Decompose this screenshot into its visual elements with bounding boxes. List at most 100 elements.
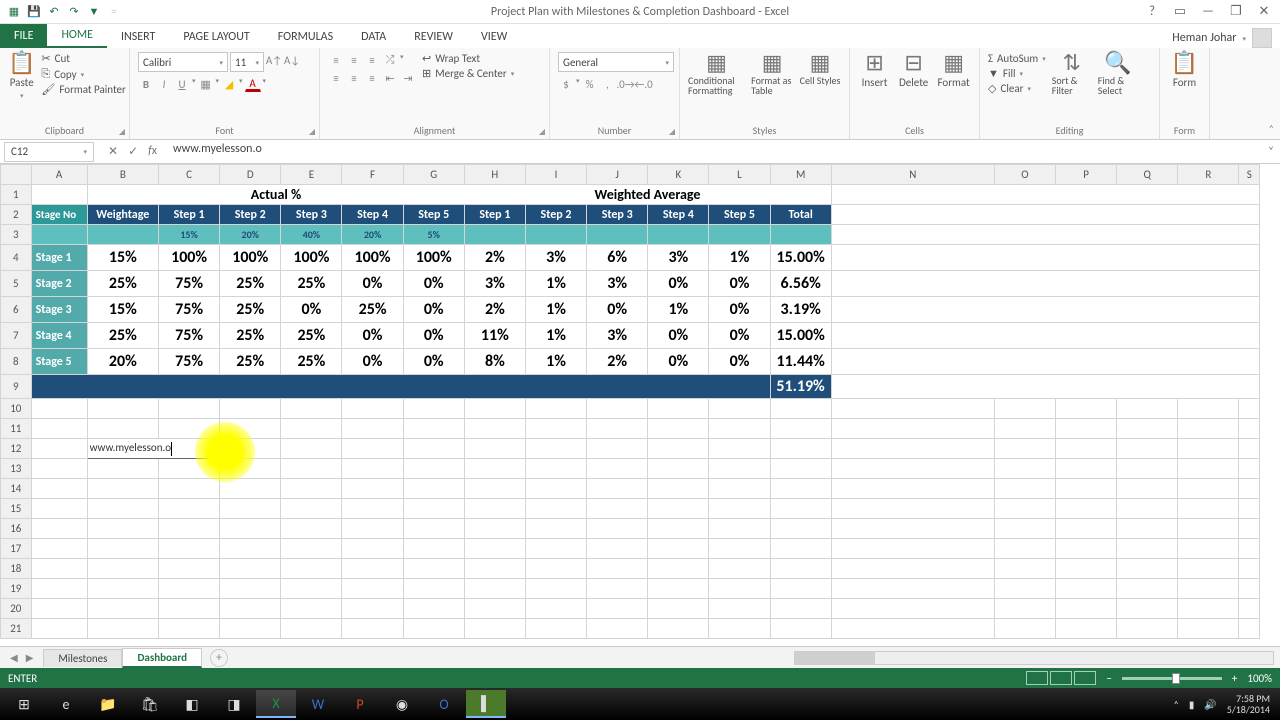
form-button[interactable]: 📋Form bbox=[1168, 52, 1201, 89]
tab-insert[interactable]: INSERT bbox=[107, 26, 169, 48]
col-header-Q[interactable]: Q bbox=[1117, 165, 1178, 185]
fill-color-button[interactable]: ◢ bbox=[221, 76, 237, 92]
restore-icon[interactable]: ❐ bbox=[1226, 4, 1246, 19]
row-header-1[interactable]: 1 bbox=[1, 185, 32, 205]
align-right-icon[interactable]: ≡ bbox=[364, 70, 380, 86]
align-middle-icon[interactable]: ≡ bbox=[346, 52, 362, 68]
row-header-3[interactable]: 3 bbox=[1, 225, 32, 245]
wrap-text-button[interactable]: ↩Wrap Text bbox=[422, 52, 514, 65]
indent-inc-icon[interactable]: ⇥ bbox=[400, 70, 416, 86]
taskbar-powerpoint-icon[interactable]: P bbox=[340, 690, 380, 718]
clear-button[interactable]: ◇Clear▾ bbox=[988, 82, 1046, 95]
col-header-E[interactable]: E bbox=[281, 165, 342, 185]
col-header-S[interactable]: S bbox=[1239, 165, 1260, 185]
taskbar-outlook-icon[interactable]: O bbox=[424, 690, 464, 718]
col-header-O[interactable]: O bbox=[994, 165, 1055, 185]
format-cells-button[interactable]: ▦Format bbox=[936, 52, 971, 89]
taskbar-ie-icon[interactable]: e bbox=[46, 690, 86, 718]
tray-up-icon[interactable]: ˄ bbox=[1173, 698, 1178, 711]
col-header-F[interactable]: F bbox=[342, 165, 403, 185]
zoom-in-icon[interactable]: + bbox=[1232, 672, 1237, 685]
taskbar-chrome-icon[interactable]: ◉ bbox=[382, 690, 422, 718]
underline-button[interactable]: U bbox=[174, 76, 190, 92]
increase-decimal-icon[interactable]: .0→ bbox=[618, 76, 634, 92]
zoom-slider[interactable] bbox=[1122, 677, 1222, 680]
cancel-formula-icon[interactable]: ✕ bbox=[108, 144, 118, 159]
align-top-icon[interactable]: ≡ bbox=[328, 52, 344, 68]
col-header-J[interactable]: J bbox=[587, 165, 648, 185]
select-all-cell[interactable] bbox=[1, 165, 32, 185]
row-header-18[interactable]: 18 bbox=[1, 559, 32, 579]
sheet-tab-milestones[interactable]: Milestones bbox=[43, 649, 122, 667]
row-header-13[interactable]: 13 bbox=[1, 459, 32, 479]
enter-formula-icon[interactable]: ✓ bbox=[128, 144, 138, 159]
col-header-N[interactable]: N bbox=[831, 165, 994, 185]
orientation-icon[interactable]: ⤮ bbox=[382, 52, 398, 68]
align-left-icon[interactable]: ≡ bbox=[328, 70, 344, 86]
row-header-20[interactable]: 20 bbox=[1, 599, 32, 619]
bold-button[interactable]: B bbox=[138, 76, 154, 92]
expand-formula-icon[interactable]: ˅ bbox=[1262, 145, 1280, 159]
ribbon-display-icon[interactable]: ▭ bbox=[1170, 4, 1190, 19]
insert-cells-button[interactable]: ⊞Insert bbox=[858, 52, 891, 89]
format-as-table-button[interactable]: ▦Format as Table bbox=[751, 52, 793, 96]
redo-icon[interactable]: ↷ bbox=[66, 4, 82, 20]
currency-icon[interactable]: $ bbox=[558, 76, 574, 92]
indent-dec-icon[interactable]: ⇤ bbox=[382, 70, 398, 86]
taskbar-app2-icon[interactable]: ◨ bbox=[214, 690, 254, 718]
decrease-font-icon[interactable]: A↓ bbox=[284, 52, 300, 68]
system-tray[interactable]: ˄ ▮ 🔊 7:58 PM 5/18/2014 bbox=[1173, 693, 1276, 715]
horizontal-scrollbar[interactable] bbox=[794, 651, 1274, 665]
delete-cells-button[interactable]: ⊟Delete bbox=[897, 52, 930, 89]
paste-button[interactable]: 📋Paste▾ bbox=[8, 52, 35, 100]
col-header-L[interactable]: L bbox=[709, 165, 770, 185]
copy-button[interactable]: ⎘Copy▾ bbox=[41, 67, 125, 81]
increase-font-icon[interactable]: A↑ bbox=[266, 52, 282, 68]
percent-icon[interactable]: % bbox=[582, 76, 598, 92]
sort-filter-button[interactable]: ⇅Sort & Filter bbox=[1052, 52, 1092, 96]
font-size-select[interactable]: 11▾ bbox=[230, 52, 264, 72]
close-icon[interactable]: ✕ bbox=[1254, 4, 1274, 19]
sheet-tab-dashboard[interactable]: Dashboard bbox=[122, 648, 202, 668]
row-header-11[interactable]: 11 bbox=[1, 419, 32, 439]
name-box[interactable]: C12▾ bbox=[4, 142, 94, 162]
col-header-I[interactable]: I bbox=[525, 165, 586, 185]
italic-button[interactable]: I bbox=[156, 76, 172, 92]
sheet-nav-prev-icon[interactable]: ◀ bbox=[10, 651, 18, 664]
file-tab[interactable]: FILE bbox=[0, 24, 47, 48]
formula-input[interactable]: www.myelesson.o bbox=[167, 142, 1262, 162]
col-header-H[interactable]: H bbox=[464, 165, 525, 185]
taskbar-explorer-icon[interactable]: 📁 bbox=[88, 690, 128, 718]
minimize-icon[interactable]: — bbox=[1198, 4, 1218, 19]
taskbar-word-icon[interactable]: W bbox=[298, 690, 338, 718]
help-icon[interactable]: ? bbox=[1142, 4, 1162, 19]
taskbar-app1-icon[interactable]: ◧ bbox=[172, 690, 212, 718]
tab-view[interactable]: VIEW bbox=[467, 26, 521, 48]
taskbar-excel-icon[interactable]: X bbox=[256, 690, 296, 718]
number-format-select[interactable]: General▾ bbox=[558, 52, 674, 72]
normal-view-icon[interactable] bbox=[1026, 671, 1048, 685]
col-header-B[interactable]: B bbox=[87, 165, 158, 185]
col-header-P[interactable]: P bbox=[1055, 165, 1116, 185]
col-header-C[interactable]: C bbox=[159, 165, 220, 185]
col-header-A[interactable]: A bbox=[31, 165, 87, 185]
row-header-15[interactable]: 15 bbox=[1, 499, 32, 519]
tab-home[interactable]: HOME bbox=[47, 24, 107, 48]
taskbar-store-icon[interactable]: 🛍 bbox=[130, 690, 170, 718]
conditional-formatting-button[interactable]: ▦Conditional Formatting bbox=[688, 52, 745, 96]
row-header-19[interactable]: 19 bbox=[1, 579, 32, 599]
col-header-K[interactable]: K bbox=[648, 165, 709, 185]
cut-button[interactable]: ✂Cut bbox=[41, 52, 125, 65]
row-header-14[interactable]: 14 bbox=[1, 479, 32, 499]
tab-formulas[interactable]: FORMULAS bbox=[264, 26, 347, 48]
row-header-21[interactable]: 21 bbox=[1, 619, 32, 639]
autosum-button[interactable]: ΣAutoSum▾ bbox=[988, 52, 1046, 65]
taskbar-app3-icon[interactable]: ▌ bbox=[466, 690, 506, 718]
row-header-10[interactable]: 10 bbox=[1, 399, 32, 419]
decrease-decimal-icon[interactable]: ←.0 bbox=[636, 76, 652, 92]
page-break-view-icon[interactable] bbox=[1074, 671, 1096, 685]
page-layout-view-icon[interactable] bbox=[1050, 671, 1072, 685]
col-header-D[interactable]: D bbox=[220, 165, 281, 185]
col-header-M[interactable]: M bbox=[770, 165, 831, 185]
tab-data[interactable]: DATA bbox=[347, 26, 400, 48]
